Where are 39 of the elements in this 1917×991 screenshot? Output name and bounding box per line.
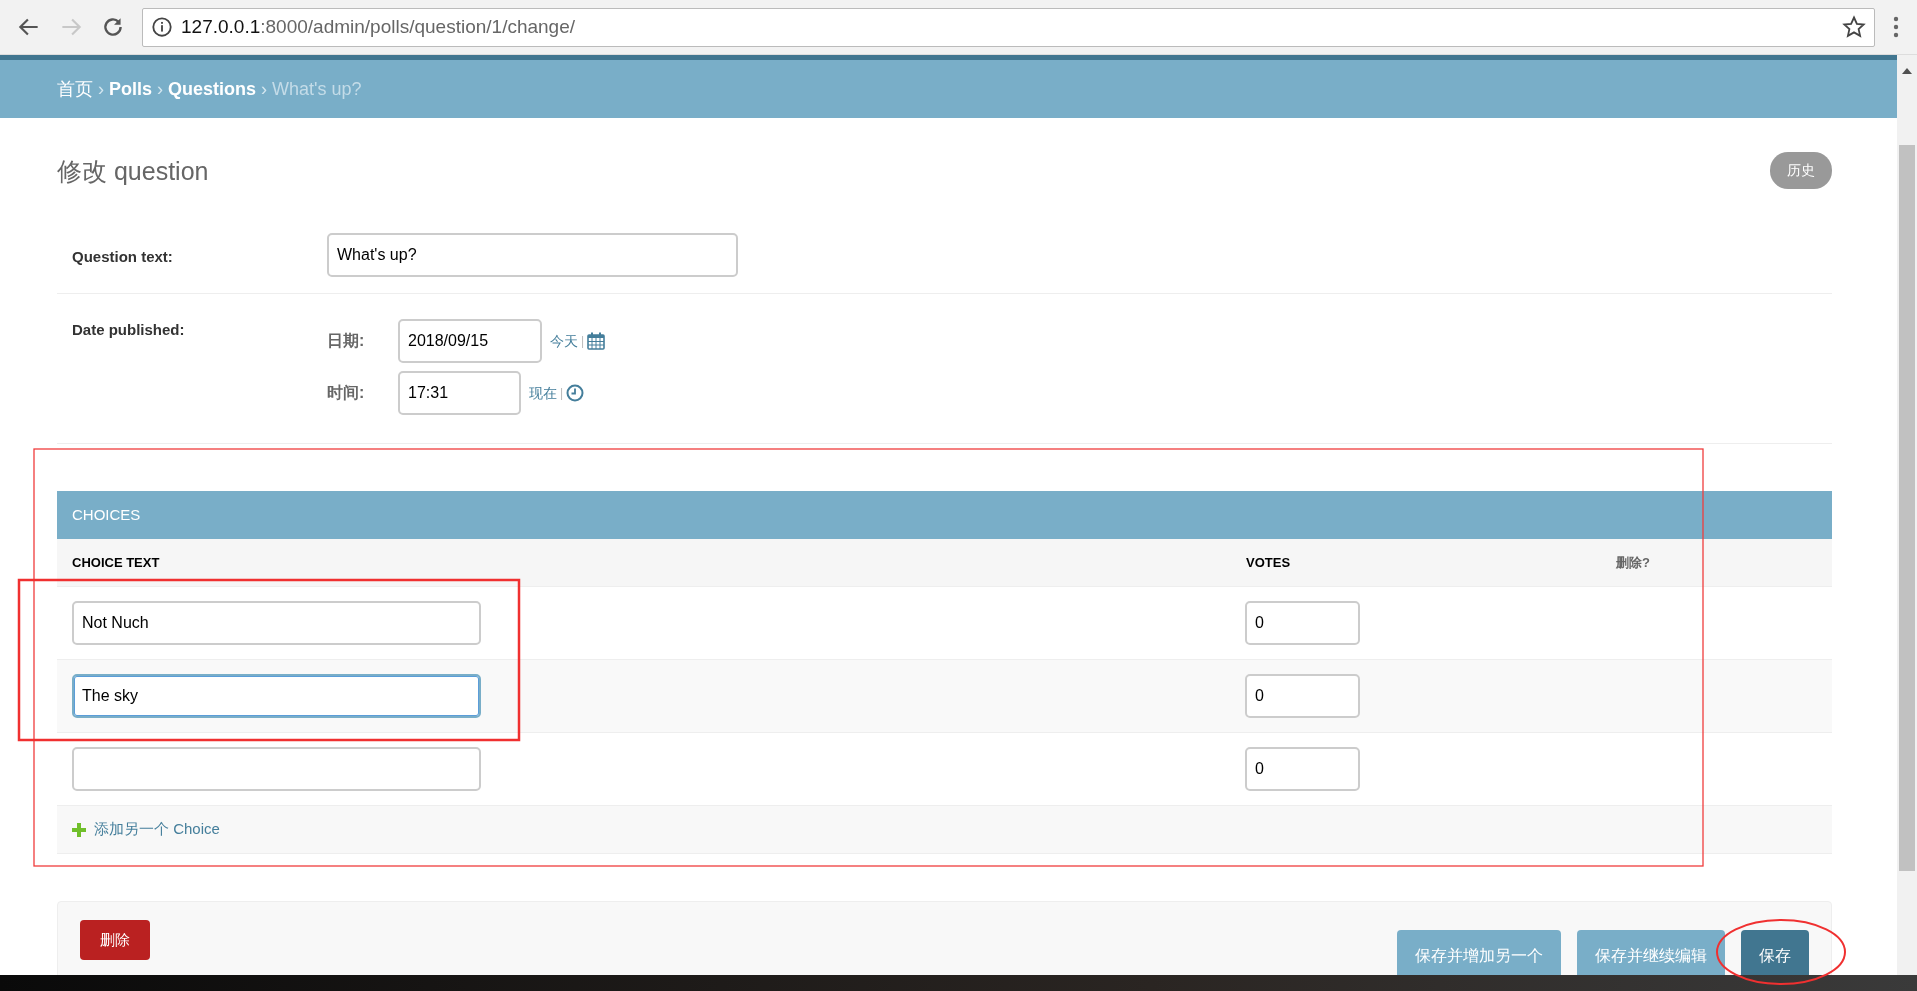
address-bar[interactable]: 127.0.0.1:8000/admin/polls/question/1/change/ [142, 7, 1875, 47]
column-header: CHOICE TEXT [71, 553, 161, 572]
breadcrumb-separator: › [98, 77, 104, 101]
breadcrumb-separator: › [261, 77, 268, 101]
date-input[interactable]: 2018/09/15 [398, 319, 542, 363]
votes-input[interactable]: 0 [1245, 601, 1360, 645]
now-link[interactable]: 现在 [529, 382, 557, 404]
time-input[interactable]: 17:31 [398, 371, 521, 415]
star-icon[interactable] [1842, 15, 1866, 39]
page-title: 修改 question [57, 155, 209, 186]
inline-group-header: CHOICES [57, 491, 1832, 539]
clock-icon[interactable] [566, 384, 585, 402]
votes-input[interactable]: 0 [1245, 674, 1360, 718]
calendar-icon[interactable] [587, 332, 606, 350]
votes-input[interactable]: 0 [1245, 747, 1360, 791]
field-label: Question text: [72, 247, 174, 267]
column-header: VOTES [1245, 553, 1292, 572]
field-label: 时间: [327, 383, 366, 403]
choice-text-input[interactable] [72, 747, 481, 791]
url-text: 127.0.0.1:8000/admin/polls/question/1/change/ [181, 14, 577, 39]
column-header: 删除? [1616, 553, 1651, 572]
scrollbar-thumb[interactable] [1899, 145, 1915, 871]
choice-text-input[interactable]: The sky [72, 674, 481, 718]
choice-text-input[interactable]: Not Nuch [72, 601, 481, 645]
save-button[interactable]: 保存 [1741, 930, 1809, 975]
link-separator: | [560, 385, 564, 402]
today-link[interactable]: 今天 [550, 330, 578, 352]
scroll-up-icon[interactable] [1901, 67, 1913, 75]
info-icon[interactable] [151, 16, 173, 38]
link-separator: | [581, 333, 585, 350]
delete-button[interactable]: 删除 [80, 920, 150, 960]
menu-icon[interactable] [1891, 14, 1901, 40]
field-label: Date published: [72, 320, 186, 340]
text-input[interactable]: What's up? [327, 233, 738, 277]
field-label: 日期: [327, 331, 366, 351]
breadcrumb-current: What's up? [272, 77, 362, 101]
breadcrumb-separator: › [157, 77, 163, 101]
add-another-link[interactable]: 添加另一个 Choice [94, 818, 220, 841]
scrollbar[interactable] [1897, 55, 1917, 975]
